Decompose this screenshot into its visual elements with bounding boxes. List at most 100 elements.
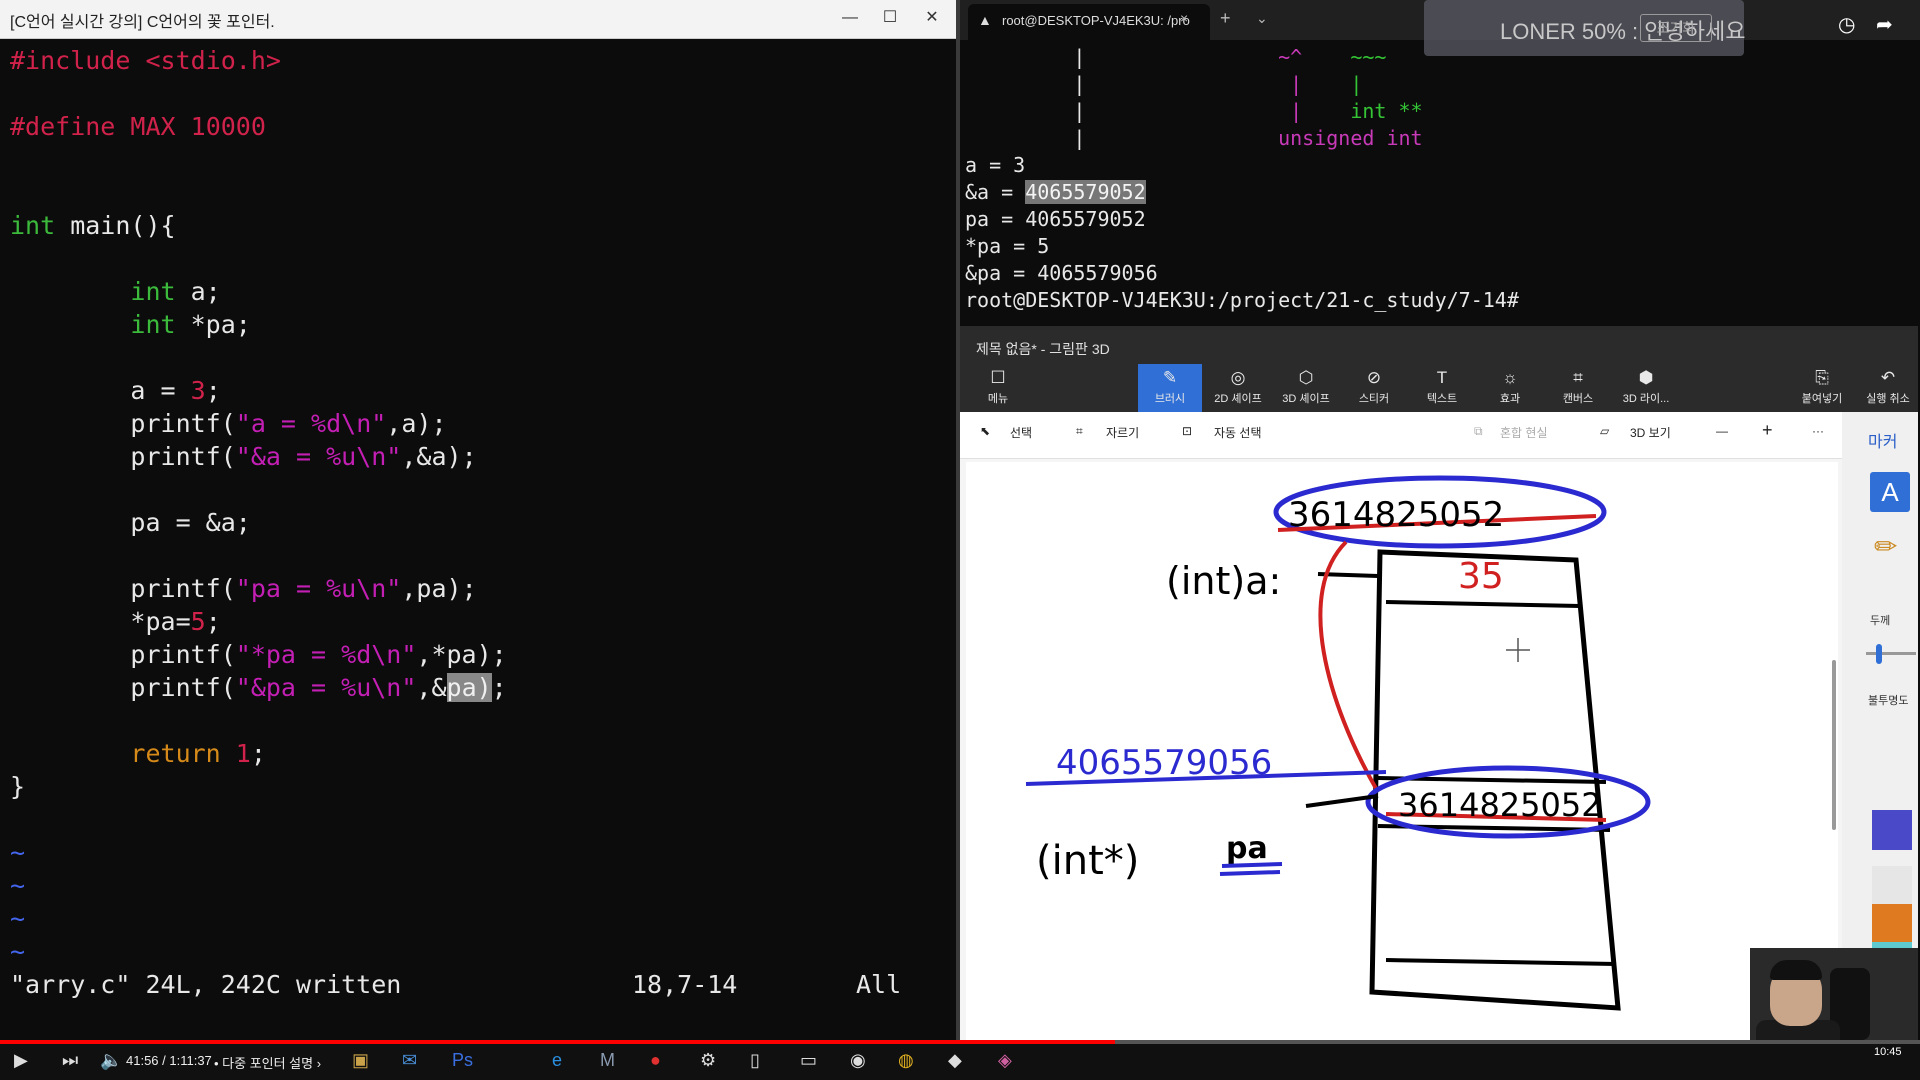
diagram-arrow: ~^ — [1278, 45, 1303, 69]
ribbon-label: 3D 라이... — [1622, 393, 1670, 405]
tab-close-icon[interactable]: × — [1180, 10, 1188, 26]
ribbon-brush-button[interactable]: ✎ 브러시 — [1138, 364, 1202, 412]
record-icon[interactable]: ● — [650, 1050, 661, 1071]
ribbon-3d-library-button[interactable]: ⬢ 3D 라이... — [1614, 364, 1678, 412]
settings-gear-icon[interactable]: ⚙ — [700, 1050, 716, 1071]
panel-title: 마커 — [1868, 434, 1898, 451]
opacity-label: 불투명도 — [1868, 695, 1909, 707]
code-editor[interactable]: #include <stdio.h> #define MAX 10000 int… — [10, 44, 950, 968]
pencil-tool-icon[interactable]: ✏ — [1874, 530, 1897, 563]
ribbon-menu-button[interactable]: ☐ 메뉴 — [966, 364, 1030, 412]
ribbon-text-button[interactable]: T 텍스트 — [1410, 364, 1474, 412]
mail-icon[interactable]: ✉ — [402, 1050, 417, 1071]
canvas-scrollbar[interactable] — [1832, 660, 1836, 830]
paint3d-icon[interactable]: ◈ — [998, 1050, 1012, 1071]
thickness-label: 두께 — [1870, 615, 1891, 627]
empty-line-marker: ~ — [10, 904, 26, 933]
store-icon[interactable]: ▣ — [352, 1050, 369, 1071]
code-token: ,*pa); — [416, 640, 507, 669]
ribbon-label: 메뉴 — [987, 393, 1009, 405]
terminal-icon[interactable]: ▭ — [800, 1050, 817, 1071]
color-swatch[interactable] — [1872, 810, 1912, 850]
diagram-pipe: | — [1073, 45, 1086, 69]
app-icon[interactable]: M — [600, 1050, 615, 1071]
webcam-person-hair — [1770, 960, 1822, 980]
diagram-type: int ** — [1350, 99, 1423, 123]
reset-button[interactable]: 조기화 — [1640, 14, 1712, 42]
magic-select-button[interactable]: 자동 선택 — [1214, 424, 1262, 441]
empty-line-marker: ~ — [10, 937, 26, 966]
ribbon-canvas-button[interactable]: ⌗ 캔버스 — [1546, 364, 1610, 412]
code-token: printf( — [130, 409, 236, 438]
color-swatch[interactable] — [1872, 866, 1912, 906]
edge-icon[interactable]: e — [552, 1050, 562, 1071]
minimize-button[interactable]: — — [836, 6, 864, 30]
ribbon-2d-shapes-button[interactable]: ◎ 2D 셰이프 — [1206, 364, 1270, 412]
code-token: 5 — [190, 607, 206, 636]
share-icon[interactable]: ➦ — [1876, 12, 1893, 37]
ribbon-undo-button[interactable]: ↶ 실행 취소 — [1856, 364, 1920, 412]
vim-cursor-position: 18,7-14 — [632, 970, 738, 999]
ribbon-3d-shapes-button[interactable]: ⬡ 3D 셰이프 — [1274, 364, 1338, 412]
more-options-button[interactable]: ··· — [1812, 424, 1824, 438]
drawing-canvas[interactable]: 3614825052 35 (int)a: 4065579056 3614825… — [966, 462, 1838, 1040]
diagram-pipe: | — [1290, 99, 1303, 123]
ribbon-label: 2D 셰이프 — [1214, 393, 1262, 405]
code-token: "*pa = %d\n" — [235, 640, 417, 669]
app-icon[interactable]: ◆ — [948, 1050, 962, 1071]
photoshop-icon[interactable]: Ps — [452, 1050, 473, 1071]
maximize-button[interactable]: ☐ — [876, 6, 904, 30]
code-token: return — [130, 739, 221, 768]
memory-divider — [1385, 958, 1617, 966]
terminal-output[interactable]: | ~^ ~~~ | | | | | int ** | unsigned int… — [965, 44, 1519, 314]
vim-titlebar: [C언어 실시간 강의] C언어의 꽃 포인터. — ☐ ✕ — [0, 0, 956, 39]
notepad-icon[interactable]: ▯ — [750, 1050, 760, 1071]
select-button[interactable]: 선택 — [1010, 424, 1032, 441]
zoom-out-button[interactable]: — — [1716, 424, 1728, 438]
code-token: #define — [10, 112, 116, 141]
code-token: int — [10, 211, 56, 240]
output-line: pa = 4065579052 — [965, 207, 1146, 231]
watch-later-icon[interactable]: ◷ — [1838, 12, 1855, 37]
system-clock: 10:45 — [1874, 1046, 1902, 1058]
zoom-in-button[interactable]: + — [1762, 420, 1773, 441]
code-token: *pa; — [175, 310, 251, 339]
thickness-slider-thumb[interactable] — [1876, 644, 1882, 664]
code-token: ; — [205, 376, 221, 405]
selected-text: 4065579052 — [1025, 180, 1146, 204]
new-tab-button[interactable]: + — [1220, 8, 1231, 29]
output-line: *pa = 5 — [965, 234, 1050, 258]
next-icon[interactable]: ⏭ — [62, 1050, 78, 1071]
volume-icon[interactable]: 🔈 — [100, 1050, 122, 1071]
code-token: ; — [250, 739, 266, 768]
color-swatch[interactable] — [1872, 904, 1912, 944]
ribbon-paste-button[interactable]: ⎘ 붙여넣기 — [1790, 364, 1854, 412]
ribbon-stickers-button[interactable]: ⊘ 스티커 — [1342, 364, 1406, 412]
view-3d-icon: ▱ — [1600, 424, 1610, 438]
blue-underline — [1219, 870, 1281, 876]
thickness-slider[interactable] — [1866, 652, 1916, 655]
shapes-2d-icon: ◎ — [1230, 368, 1246, 387]
code-token: "&pa = %u\n" — [235, 673, 417, 702]
brush-icon: ✎ — [1162, 368, 1178, 387]
color-swatch[interactable] — [1872, 760, 1912, 800]
code-token: a = — [130, 376, 191, 405]
marker-tool-icon[interactable]: A — [1870, 472, 1910, 512]
obs-icon[interactable]: ◉ — [850, 1050, 866, 1071]
mixed-reality-button[interactable]: 혼합 현실 — [1500, 424, 1548, 441]
code-token: ; — [205, 607, 221, 636]
chrome-icon[interactable]: ◍ — [898, 1050, 914, 1071]
close-button[interactable]: ✕ — [918, 6, 946, 30]
play-icon[interactable]: ▶ — [14, 1050, 28, 1071]
crop-button[interactable]: 자르기 — [1106, 424, 1139, 441]
sticker-icon: ⊘ — [1366, 368, 1382, 387]
ribbon-label: 브러시 — [1154, 393, 1186, 405]
tab-dropdown-button[interactable]: ⌄ — [1256, 10, 1268, 27]
cell-value: 35 — [1458, 556, 1504, 597]
undo-icon: ↶ — [1880, 368, 1896, 387]
video-chapter[interactable]: • 다중 포인터 설명 › — [214, 1053, 321, 1072]
ribbon-effects-button[interactable]: ☼ 효과 — [1478, 364, 1542, 412]
code-token: "a = %d\n" — [235, 409, 387, 438]
empty-line-marker: ~ — [10, 838, 26, 867]
view-3d-button[interactable]: 3D 보기 — [1630, 424, 1671, 441]
